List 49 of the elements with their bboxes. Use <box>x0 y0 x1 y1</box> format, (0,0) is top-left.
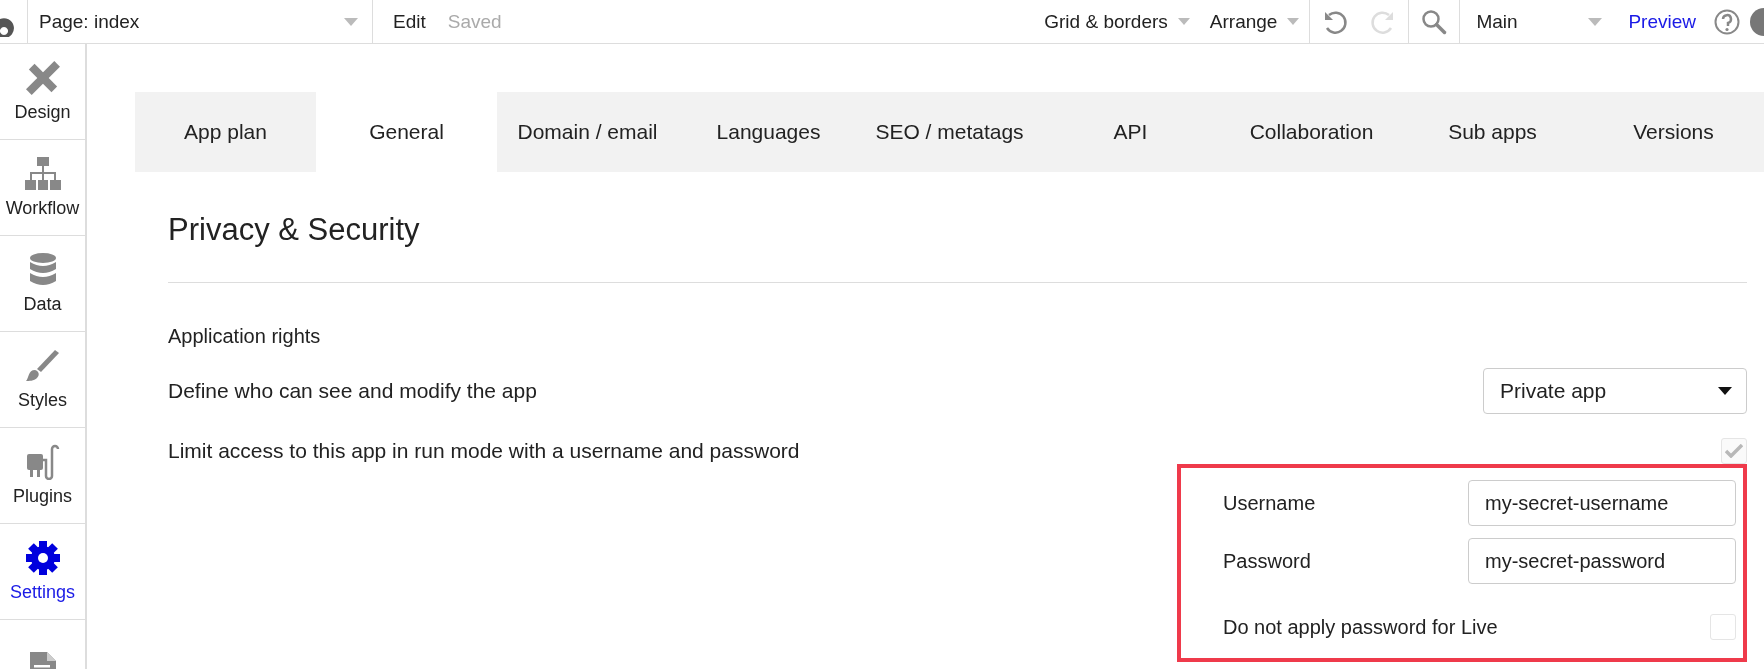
grid-menu[interactable]: Grid & borders <box>1034 10 1200 33</box>
sidebar-item[interactable]: Data <box>0 236 85 332</box>
username-field[interactable]: my-secret-username <box>1468 480 1736 526</box>
undo-icon[interactable] <box>1322 8 1349 35</box>
arrange-menu[interactable]: Arrange <box>1199 10 1310 33</box>
rights-dropdown[interactable]: Private app <box>1483 368 1747 414</box>
caret-icon <box>1588 17 1603 26</box>
edit-button[interactable]: Edit <box>373 10 436 33</box>
password-label: Password <box>1223 549 1311 573</box>
tab[interactable]: Versions <box>1583 92 1764 172</box>
sidebar-item[interactable]: Settings <box>0 524 85 620</box>
tab[interactable]: Languages <box>678 92 859 172</box>
live-exempt-checkbox[interactable] <box>1710 614 1736 640</box>
tab[interactable]: General <box>316 92 497 172</box>
avatar-icon[interactable] <box>1750 7 1764 36</box>
tab[interactable]: App plan <box>135 92 316 172</box>
tab[interactable]: Domain / email <box>497 92 678 172</box>
caret-icon <box>1177 18 1190 25</box>
tab[interactable]: Sub apps <box>1402 92 1583 172</box>
sidebar-item[interactable]: Workflow <box>0 140 85 236</box>
database-icon <box>28 252 57 288</box>
limit-access-label: Limit access to this app in run mode with a username and password <box>168 439 800 463</box>
caret-icon <box>1287 18 1300 25</box>
preview-link[interactable]: Preview <box>1614 10 1714 33</box>
sidebar-item[interactable]: Design <box>0 44 85 140</box>
logo-icon[interactable] <box>0 0 28 43</box>
settings-icon <box>24 540 61 576</box>
hierarchy-icon <box>23 156 62 192</box>
plug-icon <box>25 444 60 480</box>
view-dropdown[interactable]: Main <box>1459 0 1615 43</box>
tab[interactable]: SEO / metatags <box>859 92 1040 172</box>
paintbrush-icon <box>24 348 61 384</box>
caret-icon <box>1718 387 1732 395</box>
tab[interactable]: API <box>1040 92 1221 172</box>
page-dropdown[interactable]: Page: index <box>28 0 373 43</box>
sidebar-item[interactable]: Styles <box>0 332 85 428</box>
username-label: Username <box>1223 491 1316 515</box>
caret-icon <box>344 17 358 26</box>
save-status: Saved <box>446 10 502 33</box>
checkmark-icon <box>1725 444 1743 458</box>
help-icon[interactable] <box>1714 8 1740 35</box>
live-exempt-label: Do not apply password for Live <box>1223 615 1498 639</box>
sidebar-item[interactable]: Plugins <box>0 428 85 524</box>
section-subtitle: Application rights <box>168 325 322 348</box>
rights-label: Define who can see and modify the app <box>168 379 537 403</box>
section-title: Privacy & Security <box>168 212 421 249</box>
search-icon[interactable] <box>1421 8 1448 35</box>
password-field[interactable]: my-secret-password <box>1468 538 1736 584</box>
tab[interactable]: Collaboration <box>1221 92 1402 172</box>
